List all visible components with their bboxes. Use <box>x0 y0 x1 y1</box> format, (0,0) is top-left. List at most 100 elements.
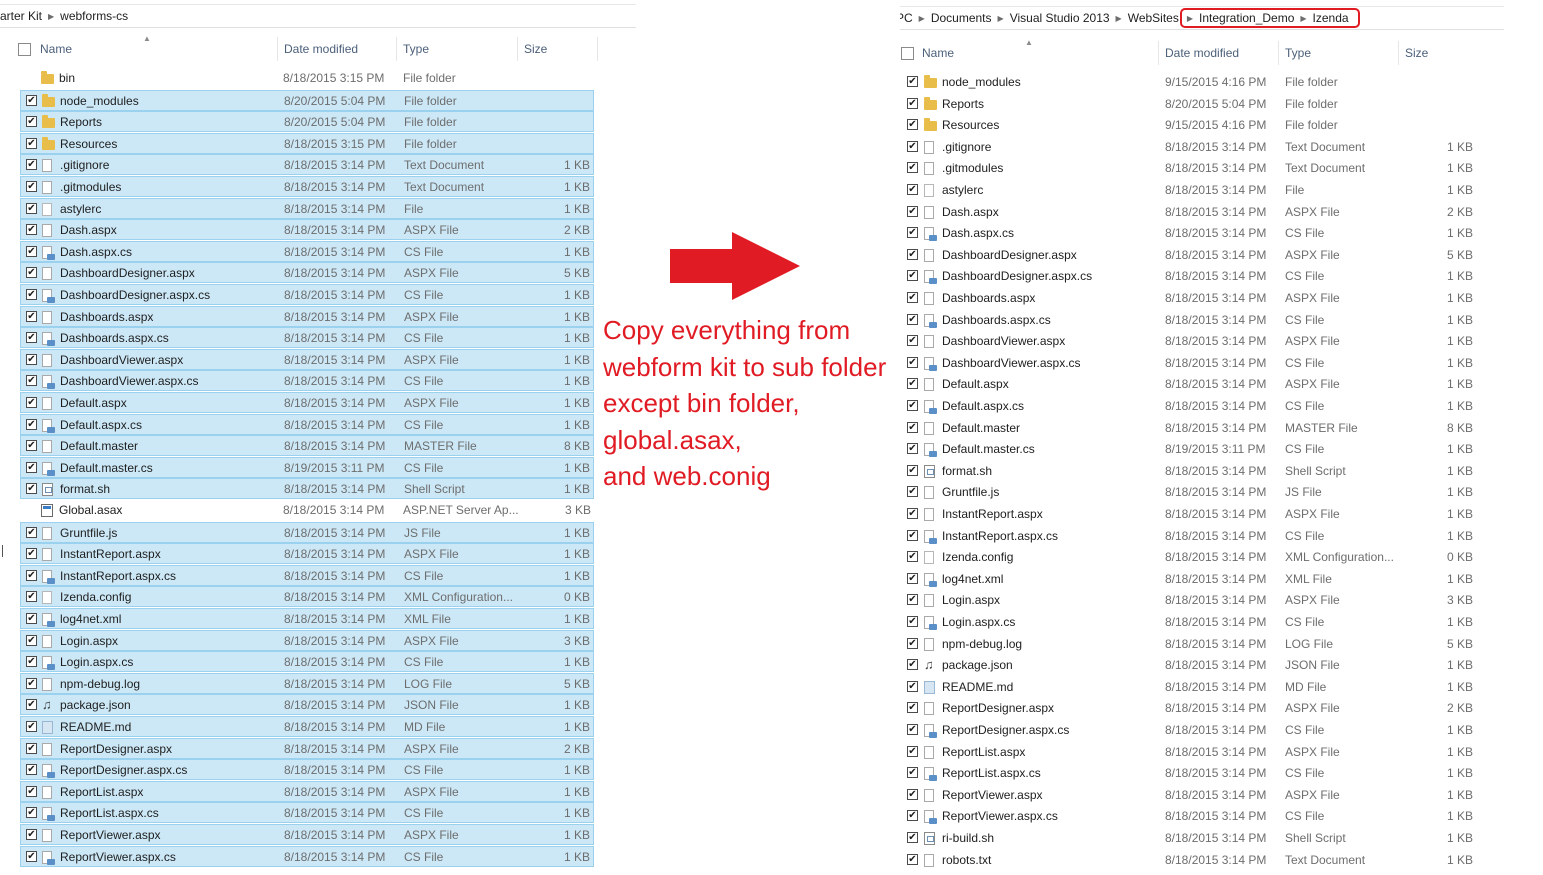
row-checkbox[interactable]: ✔ <box>907 421 918 433</box>
row-checkbox[interactable]: ✔ <box>907 443 918 455</box>
file-row[interactable]: ✔ astylerc 8/18/2015 3:14 PM File 1 KB <box>20 197 594 219</box>
file-row[interactable]: ✔ Default.aspx.cs 8/18/2015 3:14 PM CS File… <box>20 413 594 435</box>
column-divider[interactable] <box>597 37 598 61</box>
row-checkbox[interactable]: ✔ <box>26 721 37 732</box>
row-checkbox[interactable]: ✔ <box>26 375 37 387</box>
file-row[interactable]: ✔ Reports 8/20/2015 5:04 PM File folder <box>902 94 1476 115</box>
file-row[interactable]: ✔ ♫ package.json 8/18/2015 3:14 PM JSON File… <box>20 694 594 716</box>
row-checkbox[interactable]: ✔ <box>26 742 37 754</box>
row-checkbox[interactable]: ✔ <box>26 181 37 192</box>
row-checkbox[interactable]: ✔ <box>26 613 37 624</box>
file-row[interactable]: ✔ robots.txt 8/18/2015 3:14 PM Text Documen… <box>902 850 1476 871</box>
column-header-size[interactable]: Size <box>1405 46 1428 60</box>
file-row[interactable]: ✔ Dash.aspx.cs 8/18/2015 3:14 PM CS File 1 K… <box>20 240 594 262</box>
file-row[interactable]: ✔ log4net.xml 8/18/2015 3:14 PM XML File 1 K… <box>902 569 1476 590</box>
row-checkbox[interactable]: ✔ <box>907 162 918 174</box>
file-row[interactable]: ✔ .gitignore 8/18/2015 3:14 PM Text Documen… <box>902 137 1476 158</box>
file-row[interactable]: ✔ Login.aspx.cs 8/18/2015 3:14 PM CS File 1 … <box>902 612 1476 633</box>
column-header-name[interactable]: Name <box>40 42 72 56</box>
right-breadcrumb[interactable]: PC ▶ Documents ▶ Visual Studio 2013 ▶ We… <box>900 6 1504 30</box>
row-checkbox[interactable]: ✔ <box>907 205 918 217</box>
file-row[interactable]: ✔ InstantReport.aspx.cs 8/18/2015 3:14 PM C… <box>902 526 1476 547</box>
row-checkbox[interactable]: ✔ <box>907 464 918 476</box>
file-row[interactable]: ✔ InstantReport.aspx 8/18/2015 3:14 PM ASPX… <box>20 543 594 565</box>
breadcrumb-item[interactable]: Documents <box>926 11 997 25</box>
row-checkbox[interactable]: ✔ <box>907 810 918 822</box>
breadcrumb-chevron-icon[interactable]: ▶ <box>918 14 926 23</box>
file-row[interactable]: ✔ Default.aspx.cs 8/18/2015 3:14 PM CS File… <box>902 396 1476 417</box>
row-checkbox[interactable]: ✔ <box>907 788 918 800</box>
row-checkbox[interactable]: ✔ <box>26 310 37 322</box>
row-checkbox[interactable]: ✔ <box>26 677 37 689</box>
breadcrumb-item[interactable]: PC <box>900 11 918 25</box>
file-row[interactable]: ✔ ReportViewer.aspx.cs 8/18/2015 3:14 PM CS… <box>902 806 1476 827</box>
breadcrumb-chevron-icon[interactable]: ▶ <box>1299 14 1307 23</box>
file-row[interactable]: ✔ Resources 8/18/2015 3:15 PM File folder <box>20 132 594 154</box>
breadcrumb-item-integration-demo[interactable]: Integration_Demo <box>1194 11 1299 25</box>
column-header-type[interactable]: Type <box>1285 46 1311 60</box>
row-checkbox[interactable]: ✔ <box>26 332 37 344</box>
row-checkbox[interactable]: ✔ <box>907 313 918 325</box>
file-row[interactable]: ✔ ReportList.aspx 8/18/2015 3:14 PM ASPX Fi… <box>20 780 594 802</box>
file-row[interactable]: ✔ ♫ package.json 8/18/2015 3:14 PM JSON File… <box>902 655 1476 676</box>
file-row[interactable]: ✔ README.md 8/18/2015 3:14 PM MD File 1 KB <box>902 677 1476 698</box>
file-row[interactable]: ✔ Default.master.cs 8/19/2015 3:11 PM CS Fi… <box>20 456 594 478</box>
row-checkbox[interactable]: ✔ <box>26 397 37 408</box>
file-row[interactable]: ✔ npm-debug.log 8/18/2015 3:14 PM LOG File 5… <box>902 634 1476 655</box>
row-checkbox[interactable]: ✔ <box>26 699 37 711</box>
row-checkbox[interactable]: ✔ <box>907 702 918 714</box>
file-row[interactable]: ✔ ri-build.sh 8/18/2015 3:14 PM Shell Scrip… <box>902 828 1476 849</box>
file-row[interactable]: ✔ .gitmodules 8/18/2015 3:14 PM Text Docume… <box>902 158 1476 179</box>
file-row[interactable]: ✔ format.sh 8/18/2015 3:14 PM Shell Script 1… <box>902 461 1476 482</box>
file-row[interactable]: ✔ Default.master 8/18/2015 3:14 PM MASTER F… <box>902 418 1476 439</box>
row-checkbox[interactable]: ✔ <box>26 224 37 236</box>
column-header-type[interactable]: Type <box>403 42 429 56</box>
select-all-checkbox[interactable] <box>901 47 914 60</box>
row-checkbox[interactable]: ✔ <box>907 356 918 368</box>
column-divider[interactable] <box>1278 41 1279 65</box>
file-row[interactable]: ✔ Login.aspx 8/18/2015 3:14 PM ASPX File 3 K… <box>902 590 1476 611</box>
row-checkbox[interactable]: ✔ <box>26 526 37 538</box>
row-checkbox[interactable]: ✔ <box>26 656 37 668</box>
file-row[interactable]: ✔ Default.master 8/18/2015 3:14 PM MASTER F… <box>20 435 594 457</box>
file-row[interactable]: ✔ DashboardDesigner.aspx 8/18/2015 3:14 PM… <box>20 262 594 284</box>
row-checkbox[interactable]: ✔ <box>907 248 918 260</box>
row-checkbox[interactable]: ✔ <box>26 850 37 862</box>
file-row[interactable]: ✔ InstantReport.aspx.cs 8/18/2015 3:14 PM C… <box>20 564 594 586</box>
file-row[interactable]: ✔ Izenda.config 8/18/2015 3:14 PM XML Confi… <box>20 586 594 608</box>
file-row[interactable]: ✔ ReportViewer.aspx.cs 8/18/2015 3:14 PM CS… <box>20 845 594 867</box>
file-row[interactable]: ✔ README.md 8/18/2015 3:14 PM MD File 1 KB <box>20 716 594 737</box>
file-row[interactable]: ✔ node_modules 8/20/2015 5:04 PM File folde… <box>20 89 594 111</box>
row-checkbox[interactable]: ✔ <box>907 745 918 757</box>
file-row[interactable]: ✔ format.sh 8/18/2015 3:14 PM Shell Script 1… <box>20 478 594 500</box>
file-row[interactable]: ✔ ReportViewer.aspx 8/18/2015 3:14 PM ASPX … <box>902 785 1476 806</box>
file-row[interactable]: ✔ ReportList.aspx.cs 8/18/2015 3:14 PM CS F… <box>902 763 1476 784</box>
file-row[interactable]: ✔ Reports 8/20/2015 5:04 PM File folder <box>20 111 594 133</box>
row-checkbox[interactable]: ✔ <box>907 659 918 671</box>
row-checkbox[interactable]: ✔ <box>907 378 918 390</box>
row-checkbox[interactable]: ✔ <box>26 267 37 279</box>
file-row[interactable]: ✔ .gitignore 8/18/2015 3:14 PM Text Documen… <box>20 154 594 176</box>
row-checkbox[interactable]: ✔ <box>907 637 918 649</box>
file-row[interactable]: ✔ Dashboards.aspx.cs 8/18/2015 3:14 PM CS F… <box>902 310 1476 331</box>
file-row[interactable]: ✔ .gitmodules 8/18/2015 3:14 PM Text Docume… <box>20 176 594 197</box>
file-row[interactable]: ✔ Izenda.config 8/18/2015 3:14 PM XML Confi… <box>902 547 1476 568</box>
row-checkbox[interactable]: ✔ <box>907 227 918 239</box>
file-row[interactable]: ✔ Dashboards.aspx 8/18/2015 3:14 PM ASPX Fi… <box>20 305 594 327</box>
row-checkbox[interactable]: ✔ <box>907 335 918 347</box>
file-row[interactable]: ✔ Default.aspx 8/18/2015 3:14 PM ASPX File 1… <box>20 392 594 413</box>
file-row[interactable]: ✔ DashboardDesigner.aspx 8/18/2015 3:14 PM… <box>902 245 1476 266</box>
row-checkbox[interactable]: ✔ <box>26 353 37 365</box>
row-checkbox[interactable]: ✔ <box>907 594 918 606</box>
file-row[interactable]: ✔ Login.aspx 8/18/2015 3:14 PM ASPX File 3 K… <box>20 629 594 651</box>
breadcrumb-chevron-icon[interactable]: ▶ <box>1115 14 1123 23</box>
file-row[interactable]: ✔ InstantReport.aspx 8/18/2015 3:14 PM ASPX… <box>902 504 1476 525</box>
row-checkbox[interactable]: ✔ <box>907 508 918 519</box>
file-row[interactable]: bin 8/18/2015 3:15 PM File folder <box>20 68 594 89</box>
row-checkbox[interactable]: ✔ <box>26 634 37 646</box>
file-row[interactable]: ✔ DashboardDesigner.aspx.cs 8/18/2015 3:14… <box>20 284 594 305</box>
file-row[interactable]: ✔ DashboardViewer.aspx.cs 8/18/2015 3:14 P… <box>902 353 1476 374</box>
row-checkbox[interactable]: ✔ <box>26 289 37 300</box>
column-divider[interactable] <box>396 37 397 61</box>
breadcrumb-item-izenda[interactable]: Izenda <box>1308 11 1354 25</box>
